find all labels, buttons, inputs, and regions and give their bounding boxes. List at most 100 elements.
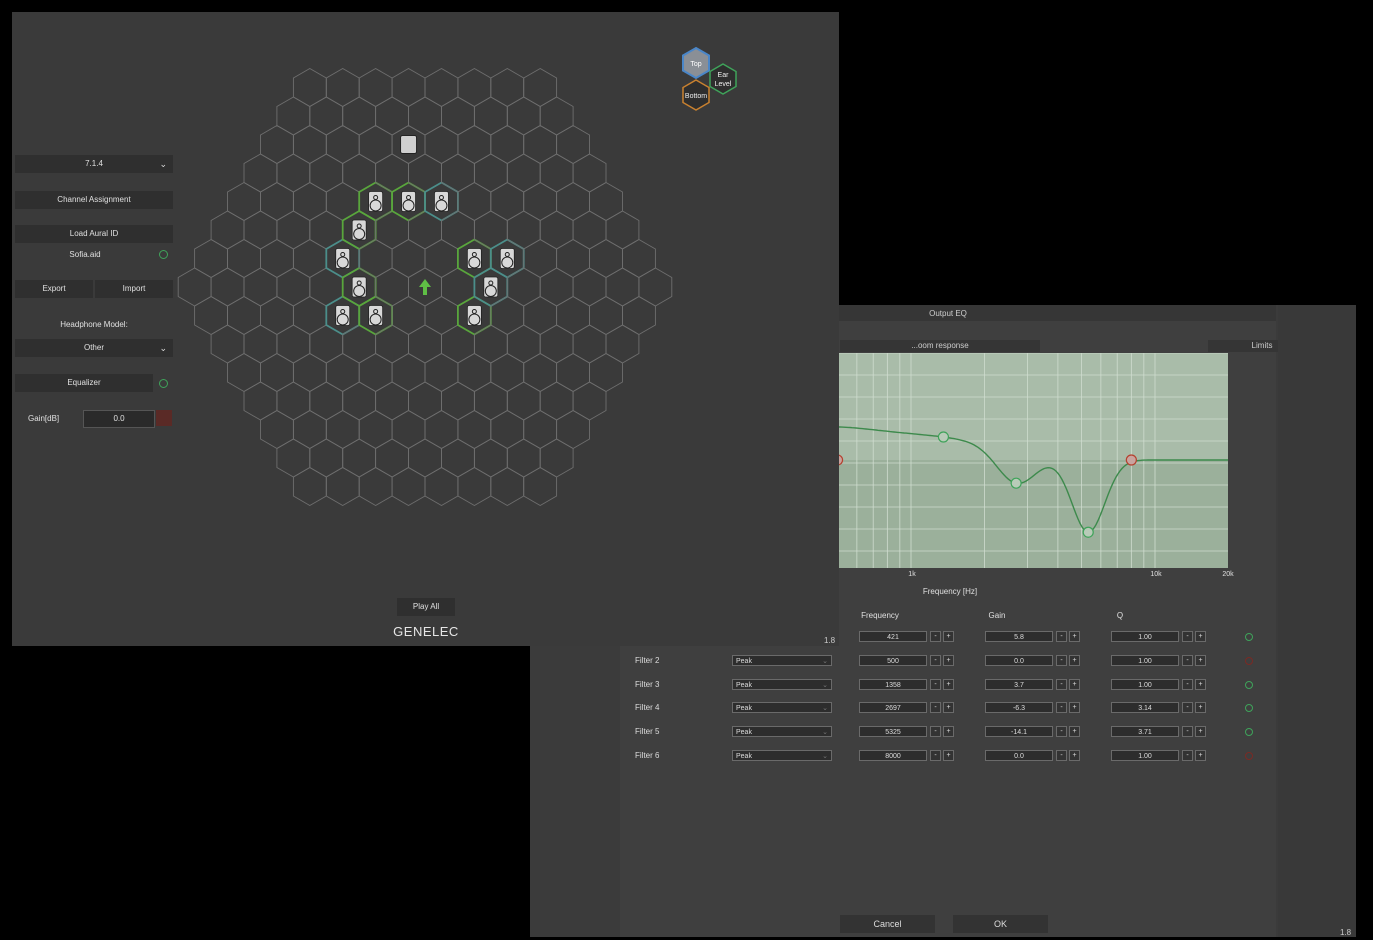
empty-hex-cell[interactable] <box>309 96 344 136</box>
filter-q-increment-button[interactable]: + <box>1195 679 1206 690</box>
filter-q-decrement-button[interactable]: - <box>1182 726 1193 737</box>
empty-hex-cell[interactable] <box>473 153 508 193</box>
load-aural-id-button[interactable]: Load Aural ID <box>15 225 173 243</box>
empty-hex-cell[interactable] <box>441 438 475 478</box>
import-button[interactable]: Import <box>95 280 173 298</box>
equalizer-toggle[interactable] <box>159 379 168 388</box>
empty-hex-cell[interactable] <box>457 409 492 450</box>
empty-hex-cell[interactable] <box>358 124 393 165</box>
filter-gain-increment-button[interactable]: + <box>1069 726 1080 737</box>
empty-hex-cell[interactable] <box>408 324 442 364</box>
filter-freq-input[interactable]: 2697 <box>859 702 927 713</box>
empty-hex-cell[interactable] <box>325 67 360 108</box>
empty-hex-cell[interactable] <box>523 238 558 279</box>
empty-hex-cell[interactable] <box>325 352 360 393</box>
filter-gain-increment-button[interactable]: + <box>1069 679 1080 690</box>
filter-freq-increment-button[interactable]: + <box>943 702 954 713</box>
empty-hex-cell[interactable] <box>243 153 278 193</box>
empty-hex-cell[interactable] <box>292 466 327 507</box>
filter-freq-input[interactable]: 500 <box>859 655 927 666</box>
filter-gain-input[interactable]: -6.3 <box>985 702 1053 713</box>
empty-hex-cell[interactable] <box>243 381 278 421</box>
empty-hex-cell[interactable] <box>391 466 426 507</box>
empty-hex-cell[interactable] <box>523 352 558 393</box>
empty-hex-cell[interactable] <box>539 381 574 421</box>
empty-hex-cell[interactable] <box>276 210 311 250</box>
empty-hex-cell[interactable] <box>556 181 590 222</box>
empty-hex-cell[interactable] <box>539 96 574 136</box>
empty-hex-cell[interactable] <box>457 352 492 393</box>
cancel-button[interactable]: Cancel <box>840 915 935 933</box>
empty-hex-cell[interactable] <box>292 67 327 108</box>
filter-enable-toggle[interactable] <box>1245 633 1253 641</box>
filter-gain-increment-button[interactable]: + <box>1069 702 1080 713</box>
gain-mute-button[interactable] <box>156 410 172 426</box>
filter-enable-toggle[interactable] <box>1245 704 1253 712</box>
empty-hex-cell[interactable] <box>210 210 245 250</box>
empty-hex-cell[interactable] <box>276 381 311 421</box>
empty-hex-cell[interactable] <box>506 438 541 478</box>
filter-gain-increment-button[interactable]: + <box>1069 750 1080 761</box>
empty-hex-cell[interactable] <box>194 295 228 336</box>
filter-gain-increment-button[interactable]: + <box>1069 655 1080 666</box>
empty-hex-cell[interactable] <box>210 267 245 307</box>
filter-q-decrement-button[interactable]: - <box>1182 750 1193 761</box>
filter-handle-6[interactable] <box>1125 454 1137 466</box>
filter-gain-decrement-button[interactable]: - <box>1056 631 1067 642</box>
empty-hex-cell[interactable] <box>523 466 558 507</box>
empty-hex-cell[interactable] <box>227 238 261 279</box>
empty-hex-cell[interactable] <box>523 67 558 108</box>
empty-hex-cell[interactable] <box>408 96 442 136</box>
view-selector[interactable]: Top Ear Level Bottom <box>674 46 750 116</box>
empty-hex-cell[interactable] <box>572 267 607 307</box>
empty-hex-cell[interactable] <box>523 181 558 222</box>
empty-hex-cell[interactable] <box>457 181 492 222</box>
empty-hex-cell[interactable] <box>539 324 574 364</box>
filter-q-input[interactable]: 1.00 <box>1111 655 1179 666</box>
layout-select[interactable]: 7.1.4 ⌄ <box>15 155 173 173</box>
empty-hex-cell[interactable] <box>589 295 623 336</box>
empty-hex-cell[interactable] <box>391 238 426 279</box>
empty-hex-cell[interactable] <box>375 381 409 421</box>
filter-q-input[interactable]: 3.71 <box>1111 726 1179 737</box>
filter-q-increment-button[interactable]: + <box>1195 702 1206 713</box>
empty-hex-cell[interactable] <box>391 67 426 108</box>
filter-handle-4[interactable] <box>1010 477 1022 489</box>
empty-hex-cell[interactable] <box>391 295 426 336</box>
filter-gain-input[interactable]: 0.0 <box>985 750 1053 761</box>
empty-hex-cell[interactable] <box>358 466 393 507</box>
headphone-model-select[interactable]: Other ⌄ <box>15 339 173 357</box>
empty-hex-cell[interactable] <box>309 153 344 193</box>
filter-type-select[interactable]: Peak ⌄ <box>732 679 832 690</box>
empty-hex-cell[interactable] <box>358 67 393 108</box>
filter-gain-decrement-button[interactable]: - <box>1056 726 1067 737</box>
empty-hex-cell[interactable] <box>556 352 590 393</box>
filter-q-decrement-button[interactable]: - <box>1182 679 1193 690</box>
filter-freq-decrement-button[interactable]: - <box>930 631 941 642</box>
empty-hex-cell[interactable] <box>358 409 393 450</box>
empty-hex-cell[interactable] <box>457 124 492 165</box>
empty-hex-cell[interactable] <box>260 124 294 165</box>
empty-hex-cell[interactable] <box>292 409 327 450</box>
filter-gain-increment-button[interactable]: + <box>1069 631 1080 642</box>
empty-hex-cell[interactable] <box>622 295 656 336</box>
empty-hex-cell[interactable] <box>572 210 607 250</box>
empty-hex-cell[interactable] <box>260 352 294 393</box>
empty-hex-cell[interactable] <box>539 438 574 478</box>
filter-q-decrement-button[interactable]: - <box>1182 655 1193 666</box>
empty-hex-cell[interactable] <box>506 381 541 421</box>
filter-enable-toggle[interactable] <box>1245 681 1253 689</box>
filter-enable-toggle[interactable] <box>1245 657 1253 665</box>
equalizer-button[interactable]: Equalizer <box>15 374 153 392</box>
filter-q-decrement-button[interactable]: - <box>1182 702 1193 713</box>
empty-hex-cell[interactable] <box>342 381 377 421</box>
empty-hex-cell[interactable] <box>309 438 344 478</box>
empty-hex-cell[interactable] <box>260 409 294 450</box>
empty-hex-cell[interactable] <box>490 67 525 108</box>
empty-hex-cell[interactable] <box>473 438 508 478</box>
gain-input[interactable]: 0.0 <box>83 410 155 428</box>
filter-q-increment-button[interactable]: + <box>1195 750 1206 761</box>
empty-hex-cell[interactable] <box>424 409 459 450</box>
empty-hex-cell[interactable] <box>276 267 311 307</box>
empty-hex-cell[interactable] <box>243 210 278 250</box>
